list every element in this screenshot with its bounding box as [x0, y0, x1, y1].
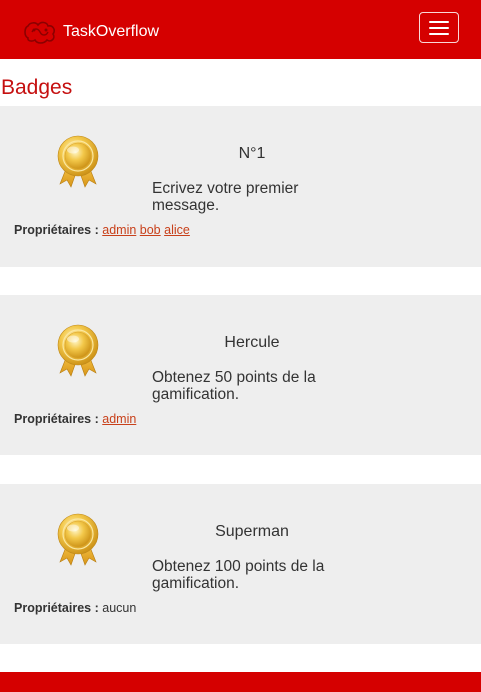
owner-link[interactable]: admin — [102, 412, 136, 426]
owners-label: Propriétaires : — [14, 601, 99, 615]
owner-link[interactable]: admin — [102, 223, 136, 237]
badge-card: Superman Obtenez 100 points de la gamifi… — [0, 484, 481, 644]
badge-description: Obtenez 50 points de la gamification. — [152, 369, 316, 403]
owners-label: Propriétaires : — [14, 412, 99, 426]
medal-icon — [52, 512, 104, 566]
medal-icon — [52, 134, 104, 188]
badge-name: Superman — [215, 523, 289, 540]
badge-owners: Propriétaires : admin bob alice — [14, 222, 190, 238]
menu-toggle-button[interactable] — [419, 12, 459, 43]
owners-label: Propriétaires : — [14, 223, 99, 237]
owner-link[interactable]: alice — [164, 223, 190, 237]
top-navbar: TaskOverflow — [0, 0, 481, 59]
brand-name: TaskOverflow — [63, 23, 160, 40]
medal-icon — [52, 323, 104, 377]
badge-name: N°1 — [238, 145, 266, 162]
badge-description: Obtenez 100 points de la gamification. — [152, 558, 325, 592]
badge-card: N°1 Ecrivez votre premier message. Propr… — [0, 106, 481, 267]
badge-card: Hercule Obtenez 50 points de la gamifica… — [0, 295, 481, 455]
brand-link[interactable]: TaskOverflow — [22, 18, 159, 46]
footer-bar — [0, 672, 481, 692]
badge-owners: Propriétaires : admin — [14, 411, 136, 427]
badge-name: Hercule — [224, 334, 280, 351]
badge-owners: Propriétaires : aucun — [14, 600, 136, 616]
owner-link[interactable]: bob — [140, 223, 161, 237]
page-title: Badges — [1, 76, 73, 99]
taskoverflow-logo-icon — [24, 21, 55, 44]
no-owner-text: aucun — [102, 601, 137, 615]
badge-description: Ecrivez votre premier message. — [152, 180, 299, 214]
